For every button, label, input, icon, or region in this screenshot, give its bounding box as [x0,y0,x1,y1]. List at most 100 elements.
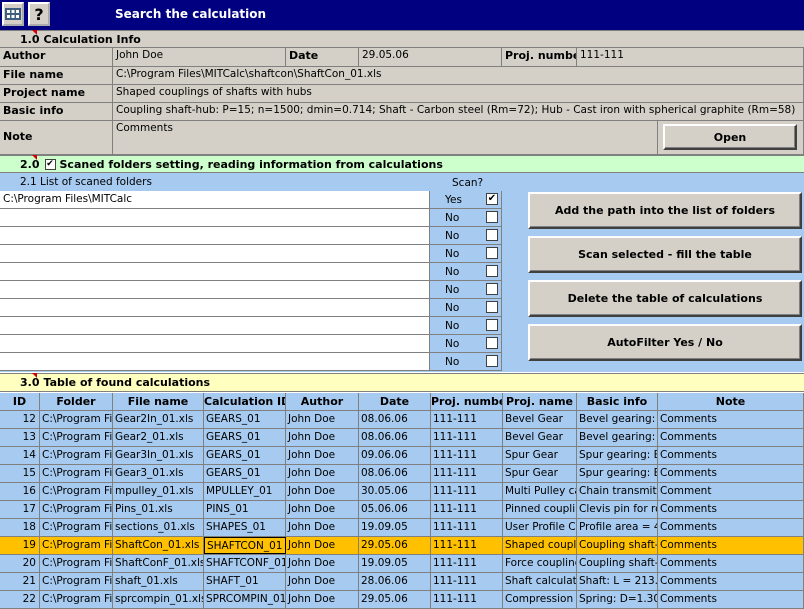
calculator-icon[interactable] [2,2,24,26]
cell-author: John Doe [286,591,359,608]
cell-basic-info: Shaft: L = 213. [577,573,658,590]
table-row[interactable]: 15 C:\Program Files Gear3_01.xls GEARS_0… [0,465,804,483]
table-row[interactable]: 18 C:\Program Files sections_01.xls SHAP… [0,519,804,537]
table-row-selected[interactable]: 19 C:\Program Files ShaftCon_01.xls SHAF… [0,537,804,555]
column-header-author[interactable]: Author [286,393,359,411]
table-row[interactable]: 14 C:\Program Files Gear3In_01.xls GEARS… [0,447,804,465]
folder-path-input[interactable]: C:\Program Files\MITCalc [0,191,430,208]
scan-checkbox[interactable] [486,211,498,223]
cell-calculation-id: SHAFTCONF_01 [204,555,286,572]
cell-id: 16 [0,483,40,500]
section-scan-folders-header: 2.0 ✔ Scaned folders setting, reading in… [0,154,804,173]
scan-checkbox[interactable] [486,229,498,241]
cell-calculation-id: GEARS_01 [204,447,286,464]
column-header-id[interactable]: ID [0,393,40,411]
project-name-value[interactable]: Shaped couplings of shafts with hubs [113,85,804,102]
folder-row: No [0,317,502,335]
column-header-basic-info[interactable]: Basic info [577,393,658,411]
folder-path-input[interactable] [0,353,430,370]
cell-id: 19 [0,537,40,554]
info-row-basic-info: Basic info Coupling shaft-hub: P=15; n=1… [0,103,804,121]
scan-value: No [445,248,460,260]
cell-proj-number: 111-111 [431,573,503,590]
folder-path-input[interactable] [0,227,430,244]
column-header-file-name[interactable]: File name [113,393,204,411]
table-row[interactable]: 17 C:\Program Files Pins_01.xls PINS_01 … [0,501,804,519]
autofilter-button[interactable]: AutoFilter Yes / No [528,324,802,361]
cell-calculation-id: SHAFT_01 [204,573,286,590]
scan-checkbox[interactable] [486,265,498,277]
folder-row: No [0,281,502,299]
folders-subtitle: 2.1 List of scaned folders [20,176,152,188]
proj-number-value[interactable]: 111-111 [577,48,804,66]
author-value[interactable]: John Doe [113,48,286,66]
file-name-value[interactable]: C:\Program Files\MITCalc\shaftcon\ShaftC… [113,67,804,84]
table-row[interactable]: 20 C:\Program Files ShaftConF_01.xls SHA… [0,555,804,573]
help-icon[interactable]: ? [28,2,50,26]
project-name-label: Project name [0,85,113,102]
note-value[interactable]: Comments [113,121,658,154]
scan-value: No [445,284,460,296]
open-button[interactable]: Open [663,124,797,150]
cell-date: 29.05.06 [359,591,431,608]
cell-folder: C:\Program Files [40,501,113,518]
cell-author: John Doe [286,447,359,464]
section-calculation-info-header: 1.0 Calculation Info [0,29,804,48]
add-path-button[interactable]: Add the path into the list of folders [528,192,802,229]
cell-author: John Doe [286,519,359,536]
column-header-proj-name[interactable]: Proj. name [503,393,577,411]
table-row[interactable]: 16 C:\Program Files mpulley_01.xls MPULL… [0,483,804,501]
table-row[interactable]: 13 C:\Program Files Gear2_01.xls GEARS_0… [0,429,804,447]
cell-note: Comments [658,465,804,482]
basic-info-value[interactable]: Coupling shaft-hub: P=15; n=1500; dmin=0… [113,103,804,120]
folder-path-input[interactable] [0,209,430,226]
scan-checkbox[interactable] [486,283,498,295]
cell-author: John Doe [286,483,359,500]
scan-checkbox[interactable] [486,319,498,331]
cell-folder: C:\Program Files [40,555,113,572]
folder-path-input[interactable] [0,335,430,352]
cell-proj-number: 111-111 [431,411,503,428]
scan-value: No [445,266,460,278]
date-value[interactable]: 29.05.06 [359,48,502,66]
column-header-folder[interactable]: Folder [40,393,113,411]
delete-table-button[interactable]: Delete the table of calculations [528,280,802,317]
cell-proj-number: 111-111 [431,591,503,608]
scan-folders-checkbox[interactable]: ✔ [44,158,56,170]
folder-row: No [0,353,502,371]
column-header-proj-number[interactable]: Proj. number [431,393,503,411]
folder-path-input[interactable] [0,245,430,262]
cell-calculation-id-active[interactable]: SHAFTCON_01 [204,537,286,554]
section-title: Scaned folders setting, reading informat… [59,157,443,171]
folder-path-input[interactable] [0,281,430,298]
cell-date: 29.05.06 [359,537,431,554]
cell-file-name: Gear2_01.xls [113,429,204,446]
scan-checkbox[interactable]: ✔ [486,193,498,205]
folder-path-input[interactable] [0,299,430,316]
column-header-date[interactable]: Date [359,393,431,411]
section-title: Calculation Info [43,32,141,46]
folder-path-input[interactable] [0,263,430,280]
cell-note: Comments [658,573,804,590]
cell-note: Comments [658,411,804,428]
folder-path-input[interactable] [0,317,430,334]
section-number: 3.0 [20,373,40,389]
scan-checkbox[interactable] [486,247,498,259]
scan-checkbox[interactable] [486,337,498,349]
scan-selected-button[interactable]: Scan selected - fill the table [528,236,802,273]
cell-proj-name: Spur Gear [503,465,577,482]
cell-id: 12 [0,411,40,428]
scan-checkbox[interactable] [486,355,498,367]
table-row[interactable]: 21 C:\Program Files shaft_01.xls SHAFT_0… [0,573,804,591]
cell-proj-name: Force couplings [503,555,577,572]
scan-checkbox[interactable] [486,301,498,313]
table-row[interactable]: 12 C:\Program Files Gear2In_01.xls GEARS… [0,411,804,429]
cell-note: Comment [658,483,804,500]
cell-date: 08.06.06 [359,411,431,428]
file-name-label: File name [0,67,113,84]
column-header-note[interactable]: Note [658,393,804,411]
table-header: ID Folder File name Calculation ID Autho… [0,393,804,411]
cell-folder: C:\Program Files [40,573,113,590]
table-row[interactable]: 22 C:\Program Files sprcompin_01.xls SPR… [0,591,804,609]
column-header-calculation-id[interactable]: Calculation ID [204,393,286,411]
